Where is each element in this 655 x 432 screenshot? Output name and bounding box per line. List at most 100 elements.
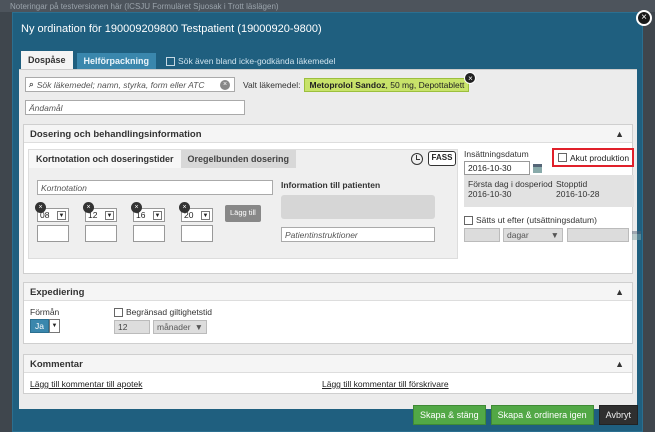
kommentar-section: Kommentar ▲ Lägg till kommentar till apo… (23, 354, 633, 394)
dose-input[interactable] (37, 225, 69, 242)
dosing-time-3: × 16 ▼ (131, 202, 165, 242)
selected-drug-label: Valt läkemedel: (243, 79, 301, 90)
collapse-caret-icon[interactable]: ▲ (615, 287, 624, 297)
remove-time-icon[interactable]: × (179, 202, 190, 213)
selected-drug-name: Metoprolol Sandoz (309, 79, 386, 90)
remove-time-icon[interactable]: × (131, 202, 142, 213)
search-icon: ⌕ (29, 79, 34, 89)
search-row: ⌕ Sök läkemedel; namn, styrka, form elle… (25, 71, 477, 92)
calendar-icon[interactable] (632, 230, 641, 240)
search-non-approved-label: Sök även bland icke-godkända läkemedel (178, 56, 336, 66)
forman-value: Ja (30, 319, 49, 333)
dosing-time-2: × 12 ▼ (83, 202, 117, 242)
patient-info-box (281, 195, 435, 219)
dose-period-box: Första dag i dosperiod 2016-10-30 Stoppt… (464, 175, 634, 207)
end-date-input[interactable] (567, 228, 629, 242)
checkbox-icon[interactable] (464, 215, 473, 225)
months-unit-value: månader (157, 322, 191, 332)
tab-dospase[interactable]: Dospåse (21, 51, 73, 69)
create-close-button[interactable]: Skapa & stäng (413, 405, 486, 425)
dialog-content: ⌕ Sök läkemedel; namn, styrka, form elle… (19, 69, 641, 409)
stop-time-value: 2016-10-28 (556, 189, 600, 199)
kortnotation-input[interactable]: Kortnotation (37, 180, 273, 195)
chevron-down-icon: ▼ (57, 210, 66, 220)
forman-select[interactable]: Ja ▼ (30, 319, 60, 333)
new-ordination-dialog: Ny ordination för 190009209800 Testpatie… (12, 10, 652, 432)
dose-input[interactable] (181, 225, 213, 242)
dosering-title: Dosering och behandlingsinformation (30, 129, 202, 140)
background-left (0, 12, 12, 432)
dosing-time-1: × 08 ▼ (35, 202, 69, 242)
tab-bar: Dospåse Helförpackning Sök även bland ic… (21, 51, 335, 69)
add-time-button[interactable]: Lägg till (225, 205, 261, 222)
close-icon[interactable]: × (636, 10, 652, 26)
dosing-subtabs: Kortnotation och doseringstider Oregelbu… (29, 150, 297, 168)
patient-instructions-input[interactable]: Patientinstruktioner (281, 227, 435, 242)
limited-validity-label: Begränsad giltighetstid (126, 307, 213, 317)
remove-time-icon[interactable]: × (35, 202, 46, 213)
dosing-panel: Kortnotation och doseringstider Oregelbu… (28, 149, 458, 259)
first-day-value: 2016-10-30 (468, 189, 512, 199)
kommentar-title: Kommentar (30, 359, 83, 370)
end-after-checkbox[interactable]: Sätts ut efter (utsättningsdatum) (464, 215, 597, 225)
start-date-input[interactable]: 2016-10-30 (464, 161, 530, 175)
dose-input[interactable] (85, 225, 117, 242)
kommentar-header[interactable]: Kommentar ▲ (24, 355, 632, 373)
months-input[interactable]: 12 (114, 320, 150, 334)
months-unit-select[interactable]: månader ▼ (153, 320, 207, 334)
subtab-kortnotation[interactable]: Kortnotation och doseringstider (29, 150, 181, 168)
validity-row: 12 månader ▼ (114, 320, 212, 334)
days-unit-value: dagar (507, 230, 529, 240)
clear-search-icon[interactable]: × (220, 80, 230, 90)
chevron-down-icon: ▼ (194, 322, 203, 332)
dose-input[interactable] (133, 225, 165, 242)
fass-button[interactable]: FASS (428, 151, 456, 166)
chevron-down-icon: ▼ (105, 210, 114, 220)
expediering-title: Expediering (30, 287, 85, 298)
dosering-header[interactable]: Dosering och behandlingsinformation ▲ (24, 125, 632, 143)
checkbox-icon[interactable] (114, 307, 123, 317)
clock-icon[interactable] (411, 153, 423, 165)
comment-pharmacy-link[interactable]: Lägg till kommentar till apotek (30, 379, 142, 389)
selected-drug-chip: Metoprolol Sandoz, 50 mg, Depottablett × (304, 71, 477, 92)
drug-search-placeholder: Sök läkemedel; namn, styrka, form eller … (36, 79, 205, 90)
subtab-oregelbunden[interactable]: Oregelbunden dosering (180, 150, 297, 168)
first-day-label: Första dag i dosperiod (468, 179, 553, 189)
days-unit-select[interactable]: dagar ▼ (503, 228, 563, 242)
stop-time-label: Stopptid (556, 179, 588, 189)
comment-prescriber-link[interactable]: Lägg till kommentar till förskrivare (322, 379, 449, 389)
end-after-days-input[interactable] (464, 228, 500, 242)
purpose-input[interactable]: Ändamål (25, 100, 245, 115)
end-after-label: Sätts ut efter (utsättningsdatum) (476, 215, 597, 225)
forman-group: Förmån Ja ▼ (30, 307, 60, 333)
dosering-section: Dosering och behandlingsinformation ▲ Ko… (23, 124, 641, 274)
akut-produktion-checkbox[interactable]: Akut produktion (552, 148, 634, 167)
chevron-down-icon: ▼ (153, 210, 162, 220)
end-after-row: dagar ▼ (464, 228, 641, 242)
expediering-section: Expediering ▲ Förmån Ja ▼ Begränsad gilt… (23, 282, 633, 344)
stop-time-group: Stopptid 2016-10-28 (556, 179, 599, 199)
expediering-header[interactable]: Expediering ▲ (24, 283, 632, 301)
create-reorder-button[interactable]: Skapa & ordinera igen (490, 405, 594, 425)
cancel-button[interactable]: Avbryt (598, 405, 638, 425)
checkbox-icon[interactable] (558, 153, 567, 162)
patient-info-label: Information till patienten (281, 180, 381, 190)
checkbox-icon[interactable] (166, 56, 176, 66)
drug-search-input[interactable]: ⌕ Sök läkemedel; namn, styrka, form elle… (25, 77, 235, 92)
akut-produktion-label: Akut produktion (570, 152, 630, 163)
calendar-icon[interactable] (533, 163, 542, 173)
chevron-down-icon: ▼ (201, 210, 210, 220)
chevron-down-icon: ▼ (550, 230, 559, 240)
collapse-caret-icon[interactable]: ▲ (615, 129, 624, 139)
limited-validity-checkbox[interactable]: Begränsad giltighetstid (114, 307, 212, 317)
collapse-caret-icon[interactable]: ▲ (615, 359, 624, 369)
background-banner: Noteringar på testversionen här (ICSJU F… (0, 0, 655, 12)
limited-validity-group: Begränsad giltighetstid 12 månader ▼ (114, 307, 212, 334)
dosing-time-4: × 20 ▼ (179, 202, 213, 242)
search-non-approved-toggle[interactable]: Sök även bland icke-godkända läkemedel (166, 53, 335, 69)
forman-label: Förmån (30, 307, 60, 317)
tab-helforpackning[interactable]: Helförpackning (76, 53, 157, 69)
selected-drug-detail: , 50 mg, Depottablett (385, 79, 465, 90)
remove-time-icon[interactable]: × (83, 202, 94, 213)
remove-drug-icon[interactable]: × (464, 71, 477, 84)
